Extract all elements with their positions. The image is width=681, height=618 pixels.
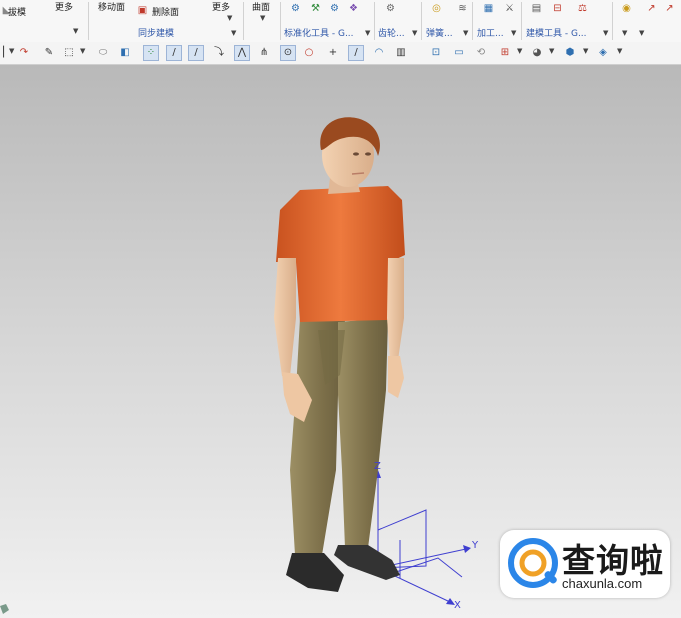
more-dropdown-arrow[interactable]: ▼ xyxy=(227,14,232,22)
surface-button[interactable]: 曲面 xyxy=(252,0,270,13)
corner-triad-icon xyxy=(0,604,9,614)
snap-center-icon[interactable]: ⊙ xyxy=(280,45,296,61)
rotate-view-icon[interactable]: ⟲ xyxy=(474,46,488,60)
snap-end-icon[interactable]: / xyxy=(166,45,182,61)
watermark-subtitle: chaxunla.com xyxy=(562,576,643,591)
sync-modeling-group-label: 同步建模 xyxy=(138,29,175,39)
move-face-button[interactable]: 移动面 xyxy=(98,0,125,13)
zoom-view-icon[interactable]: ▭ xyxy=(452,46,466,60)
toolbar-dropdown-arrow[interactable]: ▼ xyxy=(583,47,588,55)
y-axis-arrow xyxy=(463,545,471,553)
surface-dropdown-arrow[interactable]: ▼ xyxy=(260,14,265,22)
group-dropdown-arrow[interactable]: ▼ xyxy=(463,29,468,37)
ribbon-separator xyxy=(374,2,375,40)
ribbon-separator xyxy=(472,2,473,40)
group-dropdown-arrow[interactable]: ▼ xyxy=(412,29,417,37)
snap-control-icon[interactable]: ⋀ xyxy=(234,45,250,61)
selection-toolbar: ▏ ▼ ↷ ✎ ⬚ ▼ ⬭ ◧ ⁘ / / ⤵ ⋀ ⋔ ⊙ ○ + / ◠ ▥ … xyxy=(0,42,681,65)
snap-point-icon[interactable]: ⁘ xyxy=(143,45,159,61)
group-dropdown-arrow[interactable]: ▼ xyxy=(511,29,516,37)
toolbar-dropdown-arrow[interactable]: ▼ xyxy=(549,47,554,55)
orient-view-icon[interactable]: ⊞ xyxy=(498,46,512,60)
part-tool-icon[interactable]: ⚙ xyxy=(328,2,341,15)
standard-tools-group-label: 标准化工具 - G... xyxy=(284,29,354,39)
group-dropdown-arrow[interactable]: ▼ xyxy=(603,29,608,37)
toolbar-dropdown-arrow[interactable]: ▼ xyxy=(80,47,85,55)
line-tool-icon[interactable]: ↗ xyxy=(645,2,658,15)
gear-group-label: 齿轮... xyxy=(378,29,405,39)
toolbar-dropdown-arrow[interactable]: ▼ xyxy=(517,47,522,55)
watermark-title: 查询啦 xyxy=(562,541,664,580)
watermark-badge: 查询啦 chaxunla.com xyxy=(500,530,670,598)
snap-face-icon[interactable]: ▥ xyxy=(394,46,408,60)
y-axis-label: Y xyxy=(472,540,479,551)
arrow-tool-icon[interactable]: ↷ xyxy=(17,46,31,60)
fit-view-icon[interactable]: ⊡ xyxy=(429,46,443,60)
modeling-tools-group-label: 建模工具 - G... xyxy=(526,29,587,39)
spring-tool-icon[interactable]: ≋ xyxy=(456,2,469,15)
rectangle-select-icon[interactable]: ⬚ xyxy=(62,46,76,60)
mass-icon[interactable]: ⚖ xyxy=(576,2,589,15)
shaded-view-icon[interactable]: ⬭ xyxy=(96,46,110,60)
ribbon: ◣ 拔模 更多 ▼ 移动面 ▣ 删除面 更多 ▼ 同步建模 ▼ 曲面 ▼ ⚙ ⚒… xyxy=(0,0,681,43)
machining-icon[interactable]: ▦ xyxy=(482,2,495,15)
spring-group-label: 弹簧... xyxy=(426,29,453,39)
brush-select-icon[interactable]: ✎ xyxy=(42,46,56,60)
snap-mid-icon[interactable]: / xyxy=(188,45,204,61)
ribbon-separator xyxy=(612,2,613,40)
snap-existing-icon[interactable]: + xyxy=(326,46,340,60)
snap-intersect-icon[interactable]: ⋔ xyxy=(257,46,271,60)
x-axis-label: X xyxy=(454,600,461,611)
library-tool-icon[interactable]: ❖ xyxy=(347,2,360,15)
watermark-logo-icon xyxy=(508,538,558,588)
left-shoe xyxy=(286,553,344,592)
delete-face-button[interactable]: 删除面 xyxy=(152,5,179,18)
snap-bound-icon[interactable]: ◠ xyxy=(372,46,386,60)
snap-quadrant-icon[interactable]: ○ xyxy=(302,46,316,60)
more-dropdown-arrow[interactable]: ▼ xyxy=(73,27,78,35)
ribbon-separator xyxy=(243,2,244,40)
ribbon-separator xyxy=(521,2,522,40)
group-dropdown-arrow[interactable]: ▼ xyxy=(365,29,370,37)
coins-icon[interactable]: ◉ xyxy=(620,2,633,15)
render-style-icon[interactable]: ◕ xyxy=(530,46,544,60)
snap-curve-icon[interactable]: ⤵ xyxy=(212,46,226,60)
coordinate-axes xyxy=(375,470,471,605)
snap-onpoint-icon[interactable]: / xyxy=(348,45,364,61)
z-axis-label: Z xyxy=(374,461,381,472)
right-hand xyxy=(388,356,404,398)
spring-icon[interactable]: ◎ xyxy=(430,2,443,15)
line-tool-icon[interactable]: ↗ xyxy=(663,2,676,15)
delete-face-icon[interactable]: ▣ xyxy=(136,4,149,17)
gear-icon[interactable]: ⚙ xyxy=(384,2,397,15)
ribbon-separator xyxy=(421,2,422,40)
toolbar-dropdown-arrow[interactable]: ▼ xyxy=(617,47,622,55)
more-button[interactable]: 更多 xyxy=(212,0,230,13)
right-shoe xyxy=(334,545,400,580)
sketch-icon[interactable]: ▤ xyxy=(530,2,543,15)
draft-button[interactable]: 拔模 xyxy=(8,5,26,18)
edge-style-icon[interactable]: ⬢ xyxy=(563,46,577,60)
group-dropdown-arrow[interactable]: ▼ xyxy=(639,29,644,37)
solid-view-icon[interactable]: ◧ xyxy=(118,46,132,60)
ribbon-separator xyxy=(280,2,281,40)
toolbar-dropdown-arrow[interactable]: ▼ xyxy=(9,47,14,55)
machining-group-label: 加工... xyxy=(477,29,504,39)
ribbon-separator xyxy=(88,2,89,40)
group-dropdown-arrow[interactable]: ▼ xyxy=(622,29,627,37)
group-dropdown-arrow[interactable]: ▼ xyxy=(231,29,236,37)
machining-tool-icon[interactable]: ⚔ xyxy=(503,2,516,15)
bolt-tool-icon[interactable]: ⚒ xyxy=(309,2,322,15)
visibility-icon[interactable]: ◈ xyxy=(596,46,610,60)
more-button[interactable]: 更多 xyxy=(55,0,73,13)
human-model[interactable] xyxy=(274,117,405,592)
measure-icon[interactable]: ⊟ xyxy=(551,2,564,15)
gear-tool-icon[interactable]: ⚙ xyxy=(289,2,302,15)
